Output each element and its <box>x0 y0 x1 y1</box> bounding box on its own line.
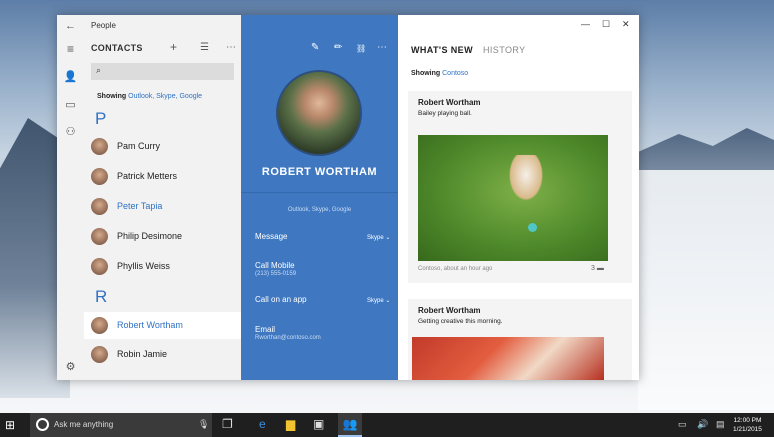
browser-icon[interactable]: e <box>259 417 266 431</box>
edit-icon[interactable]: ✏ <box>334 42 342 53</box>
close-button[interactable]: ✕ <box>622 19 630 30</box>
call-mobile-action[interactable]: Call Mobile (213) 555-0159 <box>255 261 296 277</box>
contact-name: Patrick Metters <box>117 171 178 181</box>
avatar <box>91 138 108 155</box>
contact-name: Robert Wortham <box>117 320 183 330</box>
contacts-title: CONTACTS <box>91 43 143 53</box>
contact-full-name: ROBERT WORTHAM <box>261 166 378 178</box>
post-author: Robert Wortham <box>418 306 481 315</box>
select-list-icon[interactable]: ☰ <box>200 42 209 53</box>
add-contact-icon[interactable]: + <box>170 40 177 54</box>
contact-name: Pam Curry <box>117 141 161 151</box>
feed-pane: — ☐ ✕ WHAT'S NEW HISTORY Showing Contoso… <box>398 15 639 380</box>
people-window: ← ≡ 👤 ▭ ⚇ ⚙ People CONTACTS + ☰ ⋯ ⌕ Show… <box>57 15 639 380</box>
post-photo-dog[interactable] <box>418 135 608 261</box>
tab-whats-new[interactable]: WHAT'S NEW <box>411 45 473 55</box>
action-center-icon[interactable]: ▭ <box>678 419 687 430</box>
post-photo-art[interactable] <box>412 337 604 380</box>
more-options-icon[interactable]: ⋯ <box>377 42 387 53</box>
avatar <box>91 317 108 334</box>
microphone-icon[interactable]: 🎙 <box>198 419 209 430</box>
feed-showing: Showing Contoso <box>411 70 469 77</box>
contact-row[interactable]: Philip Desimone <box>84 223 241 250</box>
contact-name: Phyllis Weiss <box>117 261 170 271</box>
dog-figure <box>506 155 546 205</box>
maximize-button[interactable]: ☐ <box>602 19 610 30</box>
group-letter-p[interactable]: P <box>95 109 106 129</box>
search-placeholder: Ask me anything <box>54 420 114 429</box>
contact-photo <box>276 70 362 156</box>
contact-row[interactable]: Patrick Metters <box>84 163 241 190</box>
notifications-icon[interactable]: ▤ <box>716 419 725 430</box>
contact-name: Philip Desimone <box>117 231 183 241</box>
feed-post[interactable]: Robert Wortham Bailey playing ball. Cont… <box>408 91 632 283</box>
avatar <box>91 168 108 185</box>
system-clock[interactable]: 12:00 PM 1/21/2015 <box>733 416 762 434</box>
contact-sources: Outlook, Skype, Google <box>287 207 352 213</box>
cortana-icon <box>36 418 49 431</box>
windows-start-icon[interactable]: ⊞ <box>5 418 19 432</box>
search-input[interactable]: ⌕ <box>91 63 234 80</box>
volume-icon[interactable]: 🔊 <box>697 419 708 430</box>
comment-icon: ▬ <box>596 265 604 272</box>
minimize-button[interactable]: — <box>581 19 590 29</box>
message-app-select[interactable]: Skype ⌄ <box>367 234 390 241</box>
avatar <box>91 346 108 363</box>
taskbar: ⊞ Ask me anything 🎙 ❐ e ▆ ▣ 👥 ▭ 🔊 ▤ 12:0… <box>0 413 774 437</box>
email-address: Rworthan@contoso.com <box>255 335 321 341</box>
divider <box>241 192 398 193</box>
contact-detail-pane: ✎ ✏ ⛓ ⋯ ROBERT WORTHAM Outlook, Skype, G… <box>241 15 398 380</box>
feed-post[interactable]: Robert Wortham Getting creative this mor… <box>408 299 632 380</box>
avatar <box>91 198 108 215</box>
contact-row[interactable]: Phyllis Weiss <box>84 253 241 280</box>
post-meta: Contoso, about an hour ago <box>418 266 493 272</box>
mobile-number: (213) 555-0159 <box>255 271 297 277</box>
app-title: People <box>91 21 116 30</box>
contact-row[interactable]: Pam Curry <box>84 133 241 160</box>
task-view-icon[interactable]: ❐ <box>222 417 233 431</box>
avatar <box>91 258 108 275</box>
contact-name: Robin Jamie <box>117 349 168 359</box>
search-icon: ⌕ <box>96 65 102 75</box>
showing-accounts: Showing Outlook, Skype, Google <box>97 93 203 100</box>
message-action[interactable]: Message <box>255 232 287 241</box>
call-on-app-action[interactable]: Call on an app <box>255 295 307 304</box>
settings-gear-icon[interactable]: ⚙ <box>57 360 84 373</box>
post-author: Robert Wortham <box>418 98 481 107</box>
ball <box>528 223 537 232</box>
cortana-search-box[interactable]: Ask me anything 🎙 <box>30 413 212 437</box>
email-action[interactable]: Email Rworthan@contoso.com <box>255 325 321 341</box>
back-arrow-icon[interactable]: ← <box>57 20 84 32</box>
comment-count[interactable]: 3 ▬ <box>591 265 604 272</box>
contacts-list-pane: People CONTACTS + ☰ ⋯ ⌕ Showing Outlook,… <box>84 15 241 380</box>
hamburger-menu-icon[interactable]: ≡ <box>57 42 84 56</box>
call-app-select[interactable]: Skype ⌄ <box>367 297 390 304</box>
people-app-taskbar-icon[interactable]: 👥 <box>338 413 362 437</box>
contact-name: Peter Tapia <box>117 201 163 211</box>
more-options-icon[interactable]: ⋯ <box>226 42 236 53</box>
avatar <box>91 228 108 245</box>
accounts-filter-link[interactable]: Outlook, Skype, Google <box>128 93 202 100</box>
feed-source-link[interactable]: Contoso <box>442 70 468 77</box>
tab-history[interactable]: HISTORY <box>483 45 525 55</box>
post-caption: Getting creative this morning. <box>418 318 503 325</box>
link-contacts-icon[interactable]: ⛓ <box>356 44 366 53</box>
nav-rail: ← ≡ 👤 ▭ ⚇ ⚙ <box>57 15 84 380</box>
contact-row[interactable]: Robin Jamie <box>84 341 241 368</box>
groups-nav-icon[interactable]: ⚇ <box>57 125 84 138</box>
group-letter-r[interactable]: R <box>95 287 107 307</box>
file-explorer-icon[interactable]: ▆ <box>286 417 295 431</box>
contacts-nav-icon[interactable]: 👤 <box>57 70 84 83</box>
store-icon[interactable]: ▣ <box>313 417 324 431</box>
snow-slope <box>638 170 774 410</box>
pin-icon[interactable]: ✎ <box>311 42 319 53</box>
contact-row-selected[interactable]: Robert Wortham <box>84 312 241 339</box>
post-caption: Bailey playing ball. <box>418 110 472 117</box>
contact-row[interactable]: Peter Tapia <box>84 193 241 220</box>
messages-nav-icon[interactable]: ▭ <box>57 98 84 111</box>
